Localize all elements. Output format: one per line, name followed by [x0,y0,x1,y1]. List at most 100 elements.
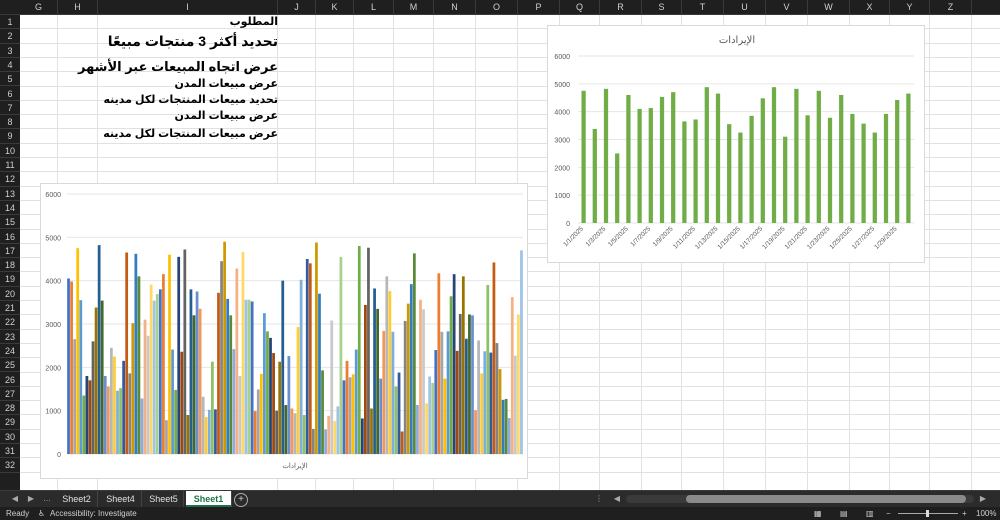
chart2-bar[interactable] [391,331,395,454]
chart2-bar[interactable] [109,347,113,454]
chart2-bar[interactable] [91,341,95,454]
zoom-level[interactable]: 100% [976,507,996,520]
chart1-bar[interactable] [850,113,855,223]
chart2-bar[interactable] [146,335,150,454]
chart2-bar[interactable] [382,330,386,454]
row-header-27[interactable]: 27 [0,387,20,402]
chart2-bar[interactable] [458,314,462,454]
chart2-bar[interactable] [474,410,477,454]
chart2-bar[interactable] [88,380,92,454]
chart1-bar[interactable] [626,94,631,223]
chart2-bar[interactable] [321,370,324,454]
chart2-bar[interactable] [158,289,162,454]
chart2-bar[interactable] [220,261,223,454]
chart2-bar[interactable] [290,408,294,455]
chart2-bar[interactable] [434,350,438,454]
zoom-slider-thumb[interactable] [926,510,929,517]
cell-i5[interactable]: تحديد مبيعات المنتجات لكل مدينه [104,93,278,106]
chart2-bar[interactable] [446,331,450,454]
cell-i2[interactable]: تحديد أكثر 3 منتجات مبيعًا [108,33,278,50]
horizontal-scrollbar-thumb[interactable] [686,495,966,503]
chart2-bar[interactable] [311,428,315,454]
chart2-bar[interactable] [155,294,159,454]
row-header-4[interactable]: 4 [0,58,20,73]
chart2-bar[interactable] [247,299,251,454]
more-sheets-icon[interactable]: … [40,491,54,507]
chart2-bar[interactable] [437,273,441,454]
chart2-bar[interactable] [67,278,70,455]
chart2-bar[interactable] [94,307,98,454]
chart2-bar[interactable] [330,320,334,454]
chart2-bar[interactable] [76,248,80,454]
chart2-bar[interactable] [165,420,168,454]
chart2-bar[interactable] [364,304,367,454]
chart2-bar[interactable] [397,372,401,454]
chart2-bar[interactable] [507,418,511,454]
chart1-bar[interactable] [861,123,866,223]
column-header-q[interactable]: Q [560,0,600,14]
sheet-tab-sheet1[interactable]: Sheet1 [186,491,232,507]
chart2-bar[interactable] [406,303,410,454]
chart2-bar[interactable] [324,429,327,454]
select-all-corner[interactable] [0,0,20,14]
chart1-bar[interactable] [693,119,698,223]
chart2-bar[interactable] [250,301,254,454]
chart1-bar[interactable] [805,115,810,223]
chart2-bar[interactable] [452,274,456,454]
chart2-bar[interactable] [183,249,187,454]
row-header-13[interactable]: 13 [0,187,20,201]
chart2-bar[interactable] [266,331,269,454]
row-header-23[interactable]: 23 [0,330,20,344]
chart2-bar[interactable] [253,411,257,454]
chart2-bar[interactable] [137,276,141,454]
chart1-bar[interactable] [749,115,754,223]
chart1-bar[interactable] [715,93,721,223]
cell-i1[interactable]: المطلوب [230,15,278,28]
row-header-16[interactable]: 16 [0,230,20,244]
chart1-bar[interactable] [704,87,709,223]
row-header-1[interactable]: 1 [0,15,20,30]
chart2-bar[interactable] [483,351,487,454]
row-header-5[interactable]: 5 [0,72,20,87]
chart2-bar[interactable] [477,340,481,454]
chart2-bar[interactable] [376,308,380,454]
row-header-10[interactable]: 10 [0,144,20,158]
column-header-g[interactable]: G [20,0,58,14]
chart1-bar[interactable] [592,128,597,223]
column-header-m[interactable]: M [394,0,434,14]
chart2-bar[interactable] [416,405,419,454]
chart1-bar[interactable] [872,132,877,223]
chart2-bar[interactable] [431,382,435,454]
row-header-15[interactable]: 15 [0,215,20,230]
tabbar-options-icon[interactable]: ⋮ [592,491,606,507]
row-header-26[interactable]: 26 [0,373,20,387]
chart2-bar[interactable] [272,353,275,454]
row-header-18[interactable]: 18 [0,258,20,273]
chart2-bar[interactable] [471,315,474,454]
chart2-bar[interactable] [428,376,432,454]
chart2-bar[interactable] [370,408,373,455]
chart2-bar[interactable] [226,298,230,454]
chart1-bar[interactable] [727,124,732,223]
sheet-tab-sheet4[interactable]: Sheet4 [100,491,142,507]
chart2-bar[interactable] [171,349,174,454]
chart2-bar[interactable] [259,373,263,454]
chart2-bar[interactable] [140,398,144,454]
column-header-n[interactable]: N [434,0,476,14]
chart2-bar[interactable] [122,360,125,454]
row-header-31[interactable]: 31 [0,444,20,459]
chart1-bar[interactable] [827,117,833,223]
column-header-y[interactable]: Y [890,0,930,14]
chart2-bar[interactable] [449,296,453,454]
chart2-bar[interactable] [409,284,413,454]
chart2-bar[interactable] [357,246,361,454]
chart1-bar[interactable] [603,88,609,223]
chart1-bar[interactable] [895,99,900,223]
chart1-bar[interactable] [659,96,665,223]
chart1-bar[interactable] [883,113,889,223]
revenue-by-date-chart[interactable]: الإيرادات 0 1000 2000 3000 4000 5000 6000 1/1/20… [547,25,925,263]
chart2-bar[interactable] [210,361,214,454]
chart1-bar[interactable] [906,93,911,223]
chart2-bar[interactable] [284,405,288,454]
row-header-21[interactable]: 21 [0,301,20,316]
